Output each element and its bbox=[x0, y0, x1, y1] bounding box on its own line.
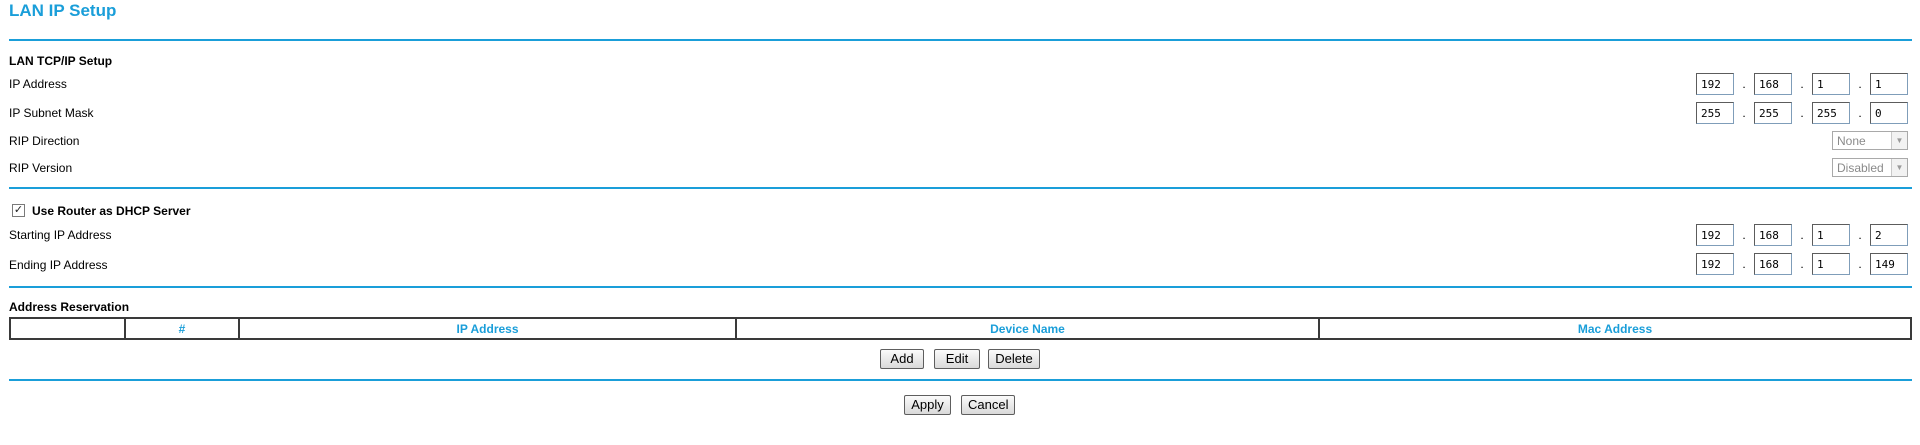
reservation-table: # IP Address Device Name Mac Address bbox=[9, 317, 1912, 340]
chevron-down-icon: ▼ bbox=[1891, 132, 1907, 149]
dot-separator: . bbox=[1800, 257, 1804, 271]
ending-ip-label: Ending IP Address bbox=[9, 258, 108, 272]
ip-address-group: . . . bbox=[1696, 73, 1908, 95]
subnet-mask-octet-1[interactable] bbox=[1696, 102, 1734, 124]
dot-separator: . bbox=[1742, 228, 1746, 242]
cancel-button[interactable]: Cancel bbox=[961, 395, 1015, 415]
column-header-device-name: Device Name bbox=[735, 317, 1320, 340]
subnet-mask-label: IP Subnet Mask bbox=[9, 106, 94, 120]
dhcp-checkbox-label: Use Router as DHCP Server bbox=[32, 204, 191, 218]
rip-version-select[interactable]: Disabled ▼ bbox=[1832, 158, 1908, 177]
subnet-mask-octet-3[interactable] bbox=[1812, 102, 1850, 124]
edit-button[interactable]: Edit bbox=[934, 349, 980, 369]
starting-ip-label: Starting IP Address bbox=[9, 228, 112, 242]
rip-version-value: Disabled bbox=[1837, 160, 1884, 175]
dot-separator: . bbox=[1858, 257, 1862, 271]
divider bbox=[9, 187, 1912, 189]
ending-ip-octet-2[interactable] bbox=[1754, 253, 1792, 275]
ip-address-octet-3[interactable] bbox=[1812, 73, 1850, 95]
subnet-mask-octet-2[interactable] bbox=[1754, 102, 1792, 124]
page-title: LAN IP Setup bbox=[9, 1, 117, 20]
divider bbox=[9, 286, 1912, 288]
delete-button[interactable]: Delete bbox=[988, 349, 1040, 369]
add-button[interactable]: Add bbox=[880, 349, 924, 369]
rip-direction-label: RIP Direction bbox=[9, 134, 80, 148]
rip-direction-value: None bbox=[1837, 133, 1866, 148]
subnet-mask-octet-4[interactable] bbox=[1870, 102, 1908, 124]
dot-separator: . bbox=[1800, 77, 1804, 91]
dot-separator: . bbox=[1742, 106, 1746, 120]
ending-ip-octet-3[interactable] bbox=[1812, 253, 1850, 275]
divider bbox=[9, 379, 1912, 381]
dot-separator: . bbox=[1858, 77, 1862, 91]
column-header-number: # bbox=[124, 317, 240, 340]
column-header-mac-address: Mac Address bbox=[1318, 317, 1912, 340]
divider bbox=[9, 39, 1912, 41]
chevron-down-icon: ▼ bbox=[1891, 159, 1907, 176]
dot-separator: . bbox=[1800, 106, 1804, 120]
dot-separator: . bbox=[1858, 228, 1862, 242]
section-title-lan: LAN TCP/IP Setup bbox=[9, 54, 113, 68]
rip-version-label: RIP Version bbox=[9, 161, 73, 175]
column-header-select bbox=[9, 317, 126, 340]
section-title-reservation: Address Reservation bbox=[9, 300, 130, 314]
ip-address-octet-4[interactable] bbox=[1870, 73, 1908, 95]
subnet-mask-group: . . . bbox=[1696, 102, 1908, 124]
column-header-ip-address: IP Address bbox=[238, 317, 737, 340]
dot-separator: . bbox=[1800, 228, 1804, 242]
ip-address-octet-1[interactable] bbox=[1696, 73, 1734, 95]
rip-direction-select[interactable]: None ▼ bbox=[1832, 131, 1908, 150]
table-header-row: # IP Address Device Name Mac Address bbox=[9, 317, 1912, 340]
starting-ip-octet-4[interactable] bbox=[1870, 224, 1908, 246]
ending-ip-octet-1[interactable] bbox=[1696, 253, 1734, 275]
dot-separator: . bbox=[1742, 257, 1746, 271]
starting-ip-octet-3[interactable] bbox=[1812, 224, 1850, 246]
dot-separator: . bbox=[1742, 77, 1746, 91]
ending-ip-group: . . . bbox=[1696, 253, 1908, 275]
ending-ip-octet-4[interactable] bbox=[1870, 253, 1908, 275]
apply-button[interactable]: Apply bbox=[904, 395, 951, 415]
starting-ip-octet-1[interactable] bbox=[1696, 224, 1734, 246]
ip-address-label: IP Address bbox=[9, 77, 67, 91]
ip-address-octet-2[interactable] bbox=[1754, 73, 1792, 95]
starting-ip-group: . . . bbox=[1696, 224, 1908, 246]
dhcp-checkbox[interactable]: ✓ bbox=[12, 204, 25, 217]
starting-ip-octet-2[interactable] bbox=[1754, 224, 1792, 246]
dot-separator: . bbox=[1858, 106, 1862, 120]
